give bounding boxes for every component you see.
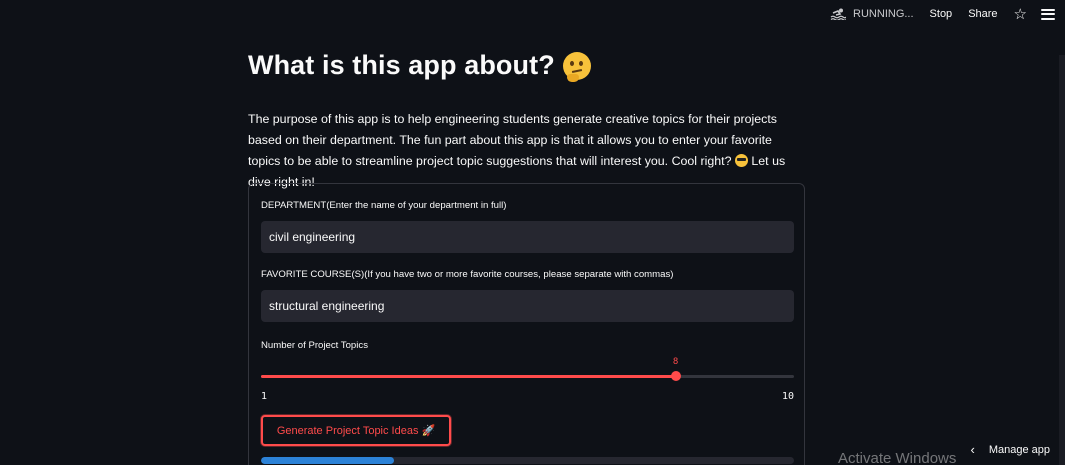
favorite-course-input[interactable]: structural engineering xyxy=(261,290,794,322)
share-button[interactable]: Share xyxy=(968,8,997,20)
generate-ideas-button[interactable]: Generate Project Topic Ideas 🚀 xyxy=(261,415,451,446)
running-status: RUNNING... xyxy=(830,8,914,20)
page-title: What is this app about? xyxy=(248,50,591,82)
manage-app-button[interactable]: ‹ Manage app xyxy=(964,442,1050,457)
topics-slider[interactable]: 8 xyxy=(261,357,794,381)
slider-max-label: 10 xyxy=(781,391,794,402)
department-input[interactable]: civil engineering xyxy=(261,221,794,253)
input-form: DEPARTMENT(Enter the name of your depart… xyxy=(248,183,805,465)
progress-bar xyxy=(261,457,794,464)
progress-fill xyxy=(261,457,395,464)
department-label: DEPARTMENT(Enter the name of your depart… xyxy=(261,200,507,211)
slider-fill xyxy=(261,375,676,378)
stop-button[interactable]: Stop xyxy=(930,8,953,20)
slider-min-label: 1 xyxy=(261,391,268,402)
app-description: The purpose of this app is to help engin… xyxy=(248,109,804,193)
star-icon[interactable]: ☆ xyxy=(1014,7,1027,22)
thinking-face-icon xyxy=(562,51,591,82)
chevron-left-icon: ‹ xyxy=(970,442,975,457)
topics-slider-label: Number of Project Topics xyxy=(261,340,368,351)
manage-app-label: Manage app xyxy=(988,443,1050,456)
generate-ideas-label: Generate Project Topic Ideas xyxy=(276,424,419,437)
top-toolbar: RUNNING... Stop Share ☆ xyxy=(830,0,1065,28)
favorite-course-label: FAVORITE COURSE(S)(If you have two or mo… xyxy=(261,269,674,280)
running-label: RUNNING... xyxy=(853,8,914,20)
hamburger-menu-icon[interactable] xyxy=(1041,8,1055,20)
running-swimmer-icon xyxy=(830,8,847,20)
page-title-text: What is this app about? xyxy=(248,50,555,80)
slider-value: 8 xyxy=(672,357,679,367)
activate-windows-watermark: Activate Windows xyxy=(838,450,957,465)
rocket-icon: 🚀 xyxy=(421,425,436,437)
sunglasses-face-icon xyxy=(734,154,748,167)
scrollbar[interactable] xyxy=(1059,55,1065,465)
slider-thumb[interactable] xyxy=(670,371,681,381)
description-text: The purpose of this app is to help engin… xyxy=(248,112,777,168)
